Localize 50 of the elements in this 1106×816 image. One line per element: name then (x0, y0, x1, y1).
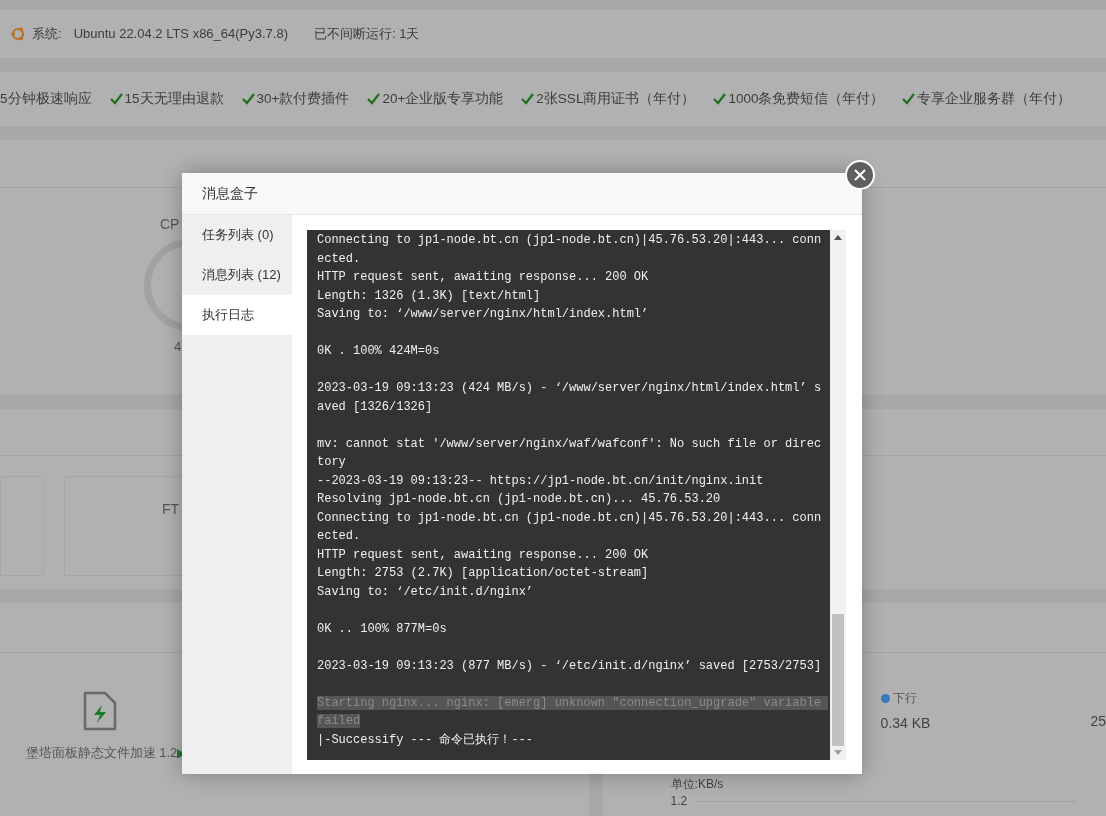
feature-text: 专享企业服务群（年付） (917, 89, 1072, 108)
traffic-value: 0.34 KB (880, 714, 931, 733)
traffic-value: 25 (1090, 712, 1106, 731)
log-line: 2023-03-19 09:13:23 (877 MB/s) - ‘/etc/init.d/nginx’ saved [2753/2753] (317, 657, 822, 675)
check-icon (109, 93, 123, 105)
feature-text: 5分钟极速响应 (0, 89, 92, 108)
feature-text: 1000条免费短信（年付） (728, 89, 885, 108)
check-icon (713, 93, 727, 105)
log-line: --2023-03-19 09:13:23-- https://jp1-node.bt.cn/init/nginx.init (317, 472, 765, 490)
cpu-label: CP (160, 215, 180, 234)
log-line: Saving to: ‘/www/server/nginx/html/index.html’ (317, 306, 650, 323)
log-line: Saving to: ‘/etc/init.d/nginx’ (317, 583, 535, 601)
feature-text: 30+款付费插件 (256, 89, 350, 108)
log-line: 0K . 100% 424M=0s (317, 343, 441, 360)
plugin-name[interactable]: 堡塔面板静态文件加速 1.2 (25, 743, 178, 763)
feature-text: 2张SSL商用证书（年付） (536, 89, 696, 108)
check-icon (241, 93, 255, 105)
ubuntu-logo-icon (10, 26, 26, 42)
ftp-label: FT (162, 500, 180, 519)
system-value: Ubuntu 22.04.2 LTS x86_64(Py3.7.8) (73, 25, 289, 44)
log-line: Length: 1326 (1.3K) [text/html] (317, 287, 542, 305)
feature-text: 20+企业版专享功能 (382, 89, 504, 108)
log-line: HTTP request sent, awaiting response... 200 OK (317, 546, 650, 564)
check-icon (902, 93, 916, 105)
uptime-text: 已不间断运行: 1天 (314, 25, 420, 44)
legend-label: 下行 (892, 690, 917, 707)
log-line: HTTP request sent, awaiting response... 200 OK (317, 269, 650, 286)
check-icon (521, 93, 535, 105)
nav-tab[interactable]: 任务列表 (0) (182, 215, 292, 255)
check-icon (367, 93, 381, 105)
log-line: Resolving jp1-node.bt.cn (jp1-node.bt.cn)... 45.76.53.20 (317, 491, 722, 508)
system-label: 系统: (32, 25, 62, 44)
file-lightning-icon (83, 691, 117, 731)
log-line: 2023-03-19 09:13:23 (424 MB/s) - ‘/www/server/nginx/html/index.html’ saved [1326/1326] (317, 380, 822, 416)
log-line: 0K .. 100% 877M=0s (317, 620, 448, 638)
unit-label: 单位:KB/s (670, 777, 725, 791)
scroll-thumb[interactable] (832, 614, 844, 746)
feature-text: 15天无理由退款 (124, 89, 224, 108)
log-line: mv: cannot stat '/www/server/nginx/waf/wafconf': No such file or directory (317, 435, 822, 471)
close-icon (854, 169, 866, 181)
dialog-title: 消息盒子 (202, 184, 258, 203)
nav-tab[interactable]: 消息列表 (12) (182, 255, 292, 295)
log-line: Connecting to jp1-node.bt.cn (jp1-node.bt.cn)|45.76.53.20|:443... connected. (317, 509, 822, 545)
scrollbar[interactable] (830, 230, 846, 760)
log-line: Length: 2753 (2.7K) [application/octet-stream] (317, 565, 650, 582)
log-line: Connecting to jp1-node.bt.cn (jp1-node.bt.cn)|45.76.53.20|:443... connected. (317, 232, 822, 268)
log-line: |-Successify --- 命令已执行！--- (317, 731, 535, 749)
nav-tab[interactable]: 执行日志 (182, 295, 292, 335)
axis-tick-label: 1.2 (670, 794, 688, 808)
cpu-subtext: 4 (174, 338, 182, 356)
